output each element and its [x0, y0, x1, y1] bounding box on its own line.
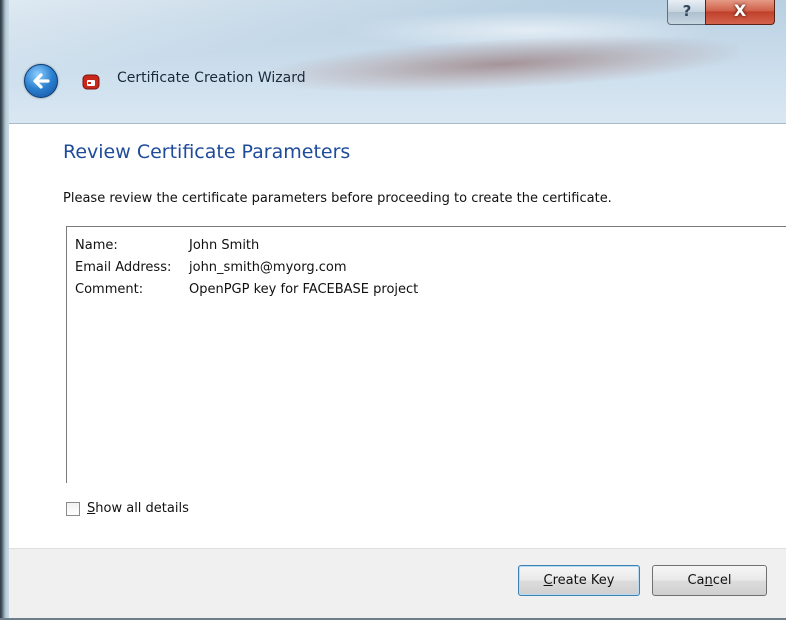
parameter-value: John Smith [189, 238, 260, 253]
wizard-content: Review Certificate Parameters Please rev… [9, 123, 786, 548]
parameter-value: OpenPGP key for FACEBASE project [189, 282, 419, 297]
parameter-row-name: Name: John Smith [75, 238, 259, 253]
create-key-button[interactable]: Create Key [518, 565, 640, 596]
close-button[interactable]: X [705, 0, 775, 25]
parameter-label: Comment: [75, 282, 144, 297]
parameters-textbox[interactable]: Name: John Smith Email Address: john_smith… [66, 226, 786, 483]
window-title: Certificate Creation Wizard [117, 70, 306, 86]
cancel-button[interactable]: Cancel [652, 565, 767, 596]
certificate-app-icon [82, 74, 100, 90]
wizard-window: ? X Certificate Creation Wizard Review C… [0, 0, 786, 620]
back-button[interactable] [24, 64, 58, 98]
page-title: Review Certificate Parameters [63, 141, 351, 163]
parameter-label: Name: [75, 238, 118, 253]
parameter-row-email: Email Address: john_smith@myorg.com [75, 260, 347, 275]
window-frame-left [0, 0, 9, 620]
parameter-row-comment: Comment: OpenPGP key for FACEBASE project [75, 282, 418, 297]
help-icon: ? [682, 2, 692, 20]
button-bar: Create Key Cancel [9, 548, 786, 620]
show-all-details-option[interactable]: Show all details [66, 501, 189, 517]
show-all-details-label[interactable]: Show all details [87, 501, 189, 516]
show-all-details-checkbox[interactable] [66, 501, 80, 516]
close-icon: X [733, 1, 747, 20]
back-arrow-icon [33, 73, 50, 89]
parameter-value: john_smith@myorg.com [189, 260, 347, 275]
page-description: Please review the certificate parameters… [63, 191, 612, 206]
parameter-label: Email Address: [75, 260, 172, 275]
help-button[interactable]: ? [667, 0, 707, 25]
